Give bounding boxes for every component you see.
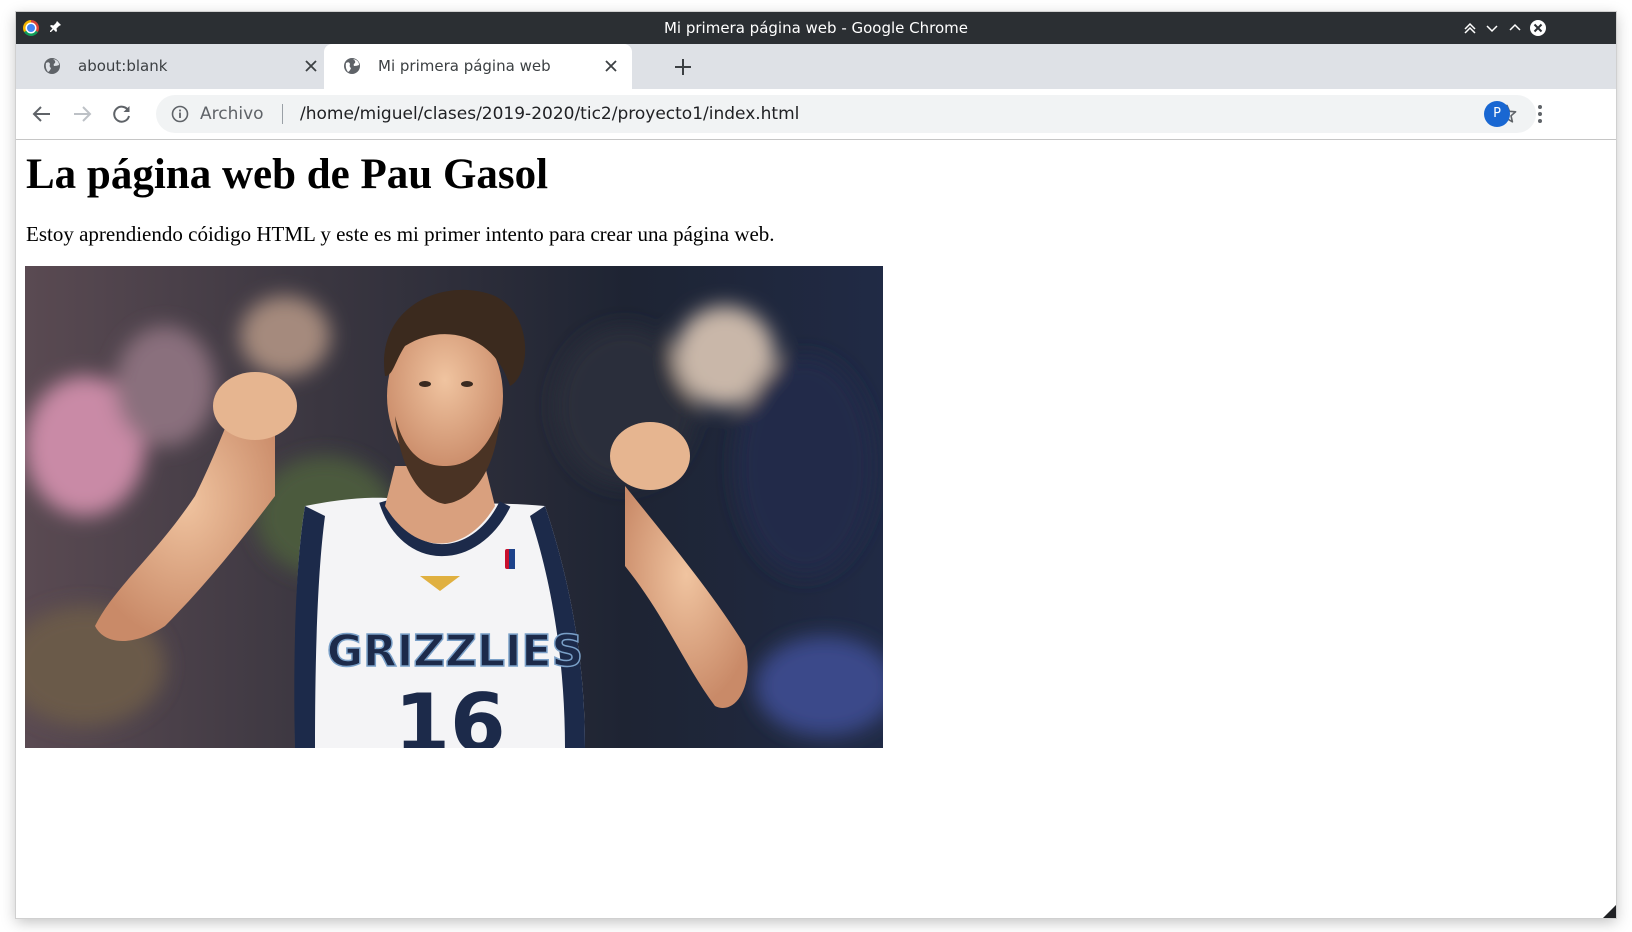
page-paragraph: Estoy aprendiendo cóidigo HTML y este es…: [26, 222, 775, 246]
globe-icon: [42, 56, 62, 76]
info-icon[interactable]: [170, 104, 190, 124]
globe-icon: [342, 56, 362, 76]
tab-close-icon[interactable]: [302, 57, 320, 75]
profile-avatar[interactable]: P: [1484, 101, 1510, 127]
back-icon[interactable]: [30, 102, 54, 126]
toolbar: Archivo /home/miguel/clases/2019-2020/ti…: [16, 89, 1616, 140]
tab-label: about:blank: [78, 57, 168, 75]
address-bar[interactable]: Archivo /home/miguel/clases/2019-2020/ti…: [156, 95, 1536, 133]
tab-about-blank[interactable]: about:blank: [24, 44, 332, 89]
tab-strip: about:blank Mi primera página web: [16, 44, 1616, 89]
tab-mi-primera-pagina[interactable]: Mi primera página web: [324, 44, 632, 89]
new-tab-icon[interactable]: [671, 55, 695, 79]
window-close-icon[interactable]: [1528, 18, 1548, 38]
jersey-number: 16: [394, 677, 505, 748]
jersey-text: GRIZZLIES: [327, 626, 583, 677]
omnibox-separator: [282, 104, 283, 124]
minimize-icon[interactable]: [1482, 18, 1502, 38]
forward-icon[interactable]: [70, 102, 94, 126]
security-label[interactable]: Archivo: [200, 95, 264, 133]
tab-label: Mi primera página web: [378, 57, 551, 75]
url-text[interactable]: /home/miguel/clases/2019-2020/tic2/proye…: [300, 95, 799, 133]
window-title: Mi primera página web - Google Chrome: [663, 19, 969, 37]
page-heading: La página web de Pau Gasol: [26, 151, 549, 198]
tab-close-icon[interactable]: [602, 57, 620, 75]
maximize-icon[interactable]: [1505, 18, 1525, 38]
page-viewport: La página web de Pau Gasol Estoy aprendi…: [16, 140, 1616, 918]
resize-grip-icon[interactable]: [1602, 904, 1616, 918]
title-bar: Mi primera página web - Google Chrome: [16, 12, 1616, 44]
menu-kebab-icon[interactable]: [1528, 102, 1552, 126]
basketball-player-photo: GRIZZLIES 16: [25, 266, 883, 748]
reload-icon[interactable]: [110, 102, 134, 126]
shade-up-icon[interactable]: [1460, 18, 1480, 38]
browser-window: Mi primera página web - Google Chrome ab…: [16, 12, 1616, 918]
